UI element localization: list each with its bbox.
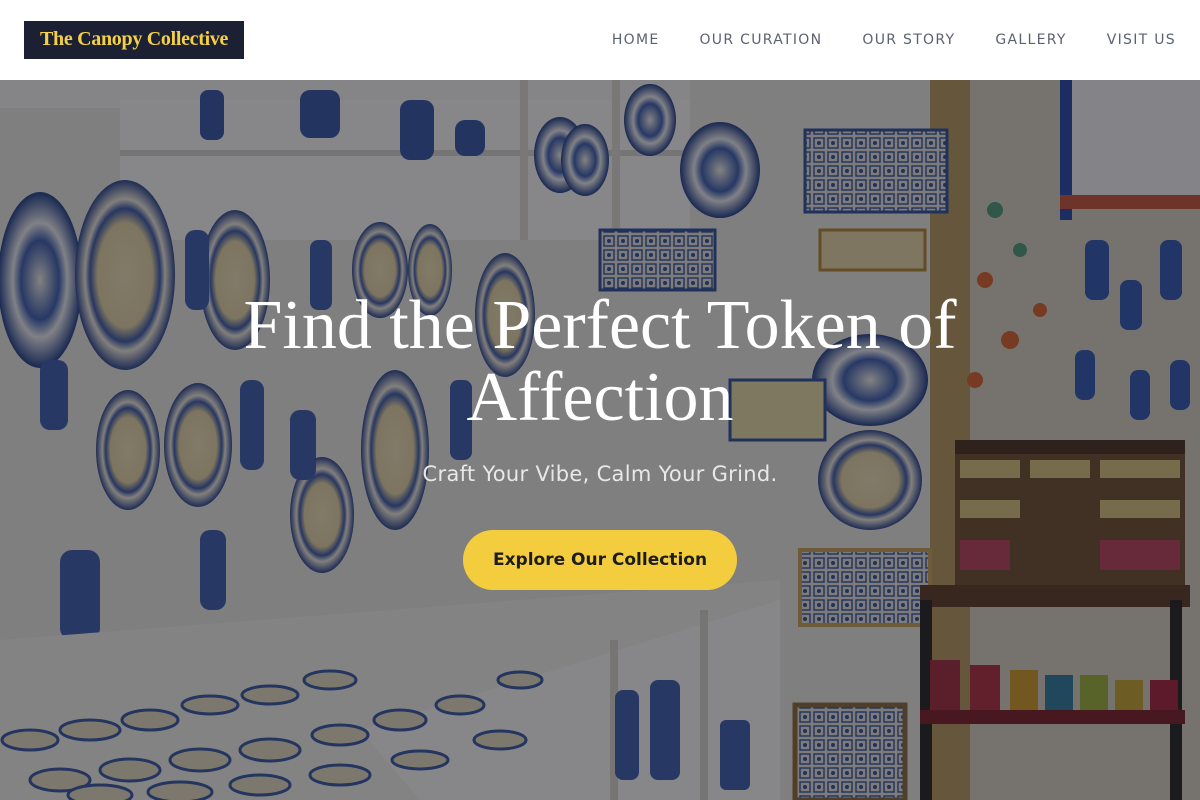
nav-our-curation[interactable]: OUR CURATION xyxy=(699,32,822,48)
explore-collection-button[interactable]: Explore Our Collection xyxy=(463,530,737,590)
brand-logo[interactable]: The Canopy Collective xyxy=(24,21,245,59)
hero-content: Find the Perfect Token of Affection Craf… xyxy=(0,80,1200,800)
hero-section: Find the Perfect Token of Affection Craf… xyxy=(0,80,1200,800)
nav-visit-us[interactable]: VISIT US xyxy=(1107,32,1176,48)
hero-subtitle: Craft Your Vibe, Calm Your Grind. xyxy=(422,462,778,486)
site-header: The Canopy Collective HOME OUR CURATION … xyxy=(0,0,1200,80)
hero-title: Find the Perfect Token of Affection xyxy=(243,287,957,436)
main-nav: HOME OUR CURATION OUR STORY GALLERY VISI… xyxy=(572,32,1176,48)
nav-gallery[interactable]: GALLERY xyxy=(995,32,1066,48)
nav-home[interactable]: HOME xyxy=(612,32,660,48)
nav-our-story[interactable]: OUR STORY xyxy=(862,32,955,48)
